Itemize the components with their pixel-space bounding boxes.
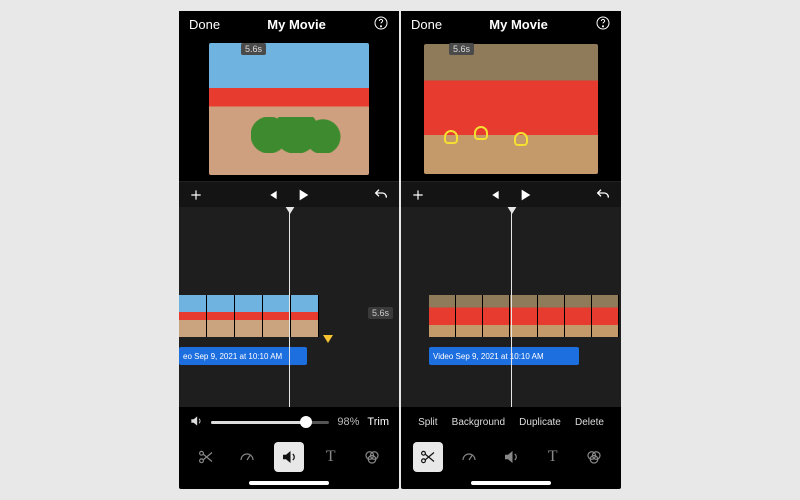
undo-icon[interactable]: [595, 187, 611, 203]
split-button[interactable]: Split: [418, 417, 437, 428]
audio-clip[interactable]: Video Sep 9, 2021 at 10:10 AM: [429, 347, 579, 365]
volume-bar: 98% Trim: [179, 407, 399, 437]
scissors-icon[interactable]: [191, 442, 221, 472]
preview-frame: [209, 43, 369, 175]
preview-frame: [424, 44, 598, 174]
top-bar: Done My Movie: [401, 11, 621, 37]
volume-slider[interactable]: [211, 421, 329, 424]
play-icon[interactable]: [295, 187, 311, 203]
undo-icon[interactable]: [373, 187, 389, 203]
playhead[interactable]: [511, 207, 512, 407]
help-icon[interactable]: [373, 15, 389, 34]
volume-tool-icon[interactable]: [496, 442, 526, 472]
scissors-icon[interactable]: [413, 442, 443, 472]
home-indicator[interactable]: [401, 477, 621, 489]
background-button[interactable]: Background: [452, 417, 505, 428]
imovie-editor-right: Done My Movie 5.6s: [401, 11, 621, 489]
speaker-icon[interactable]: [189, 414, 203, 431]
bottom-toolbar: T: [179, 437, 399, 477]
skip-back-icon[interactable]: [265, 188, 279, 202]
delete-button[interactable]: Delete: [575, 417, 604, 428]
duplicate-button[interactable]: Duplicate: [519, 417, 561, 428]
playback-controls: [401, 181, 621, 207]
text-tool-icon[interactable]: T: [316, 442, 346, 472]
bottom-toolbar: T: [401, 437, 621, 477]
playhead[interactable]: [289, 207, 290, 407]
top-bar: Done My Movie: [179, 11, 399, 37]
duration-badge: 5.6s: [449, 43, 474, 55]
speedometer-icon[interactable]: [232, 442, 262, 472]
add-media-button[interactable]: [189, 188, 203, 202]
end-marker-icon[interactable]: [323, 335, 333, 343]
done-button[interactable]: Done: [411, 17, 442, 32]
project-title: My Movie: [489, 17, 548, 32]
play-icon[interactable]: [517, 187, 533, 203]
skip-back-icon[interactable]: [487, 188, 501, 202]
trim-button[interactable]: Trim: [367, 416, 389, 428]
home-indicator[interactable]: [179, 477, 399, 489]
text-tool-icon[interactable]: T: [538, 442, 568, 472]
project-title: My Movie: [267, 17, 326, 32]
volume-percent: 98%: [337, 416, 359, 428]
audio-clip[interactable]: eo Sep 9, 2021 at 10:10 AM: [179, 347, 307, 365]
timeline[interactable]: Video Sep 9, 2021 at 10:10 AM: [401, 207, 621, 407]
speedometer-icon[interactable]: [454, 442, 484, 472]
add-media-button[interactable]: [411, 188, 425, 202]
playback-controls: [179, 181, 399, 207]
done-button[interactable]: Done: [189, 17, 220, 32]
audio-clip-label: eo Sep 9, 2021 at 10:10 AM: [183, 352, 282, 361]
filters-icon[interactable]: [579, 442, 609, 472]
volume-tool-icon[interactable]: [274, 442, 304, 472]
filters-icon[interactable]: [357, 442, 387, 472]
video-clip[interactable]: [179, 295, 329, 337]
imovie-editor-left: Done My Movie 5.6s: [179, 11, 399, 489]
duration-badge: 5.6s: [241, 43, 266, 55]
context-menu-bar: Split Background Duplicate Delete: [401, 407, 621, 437]
timeline[interactable]: 5.6s eo Sep 9, 2021 at 10:10 AM: [179, 207, 399, 407]
video-preview[interactable]: 5.6s: [179, 37, 399, 181]
audio-clip-label: Video Sep 9, 2021 at 10:10 AM: [433, 352, 544, 361]
video-clip[interactable]: [429, 295, 619, 337]
clip-duration-label: 5.6s: [368, 307, 393, 319]
video-preview[interactable]: 5.6s: [401, 37, 621, 181]
help-icon[interactable]: [595, 15, 611, 34]
